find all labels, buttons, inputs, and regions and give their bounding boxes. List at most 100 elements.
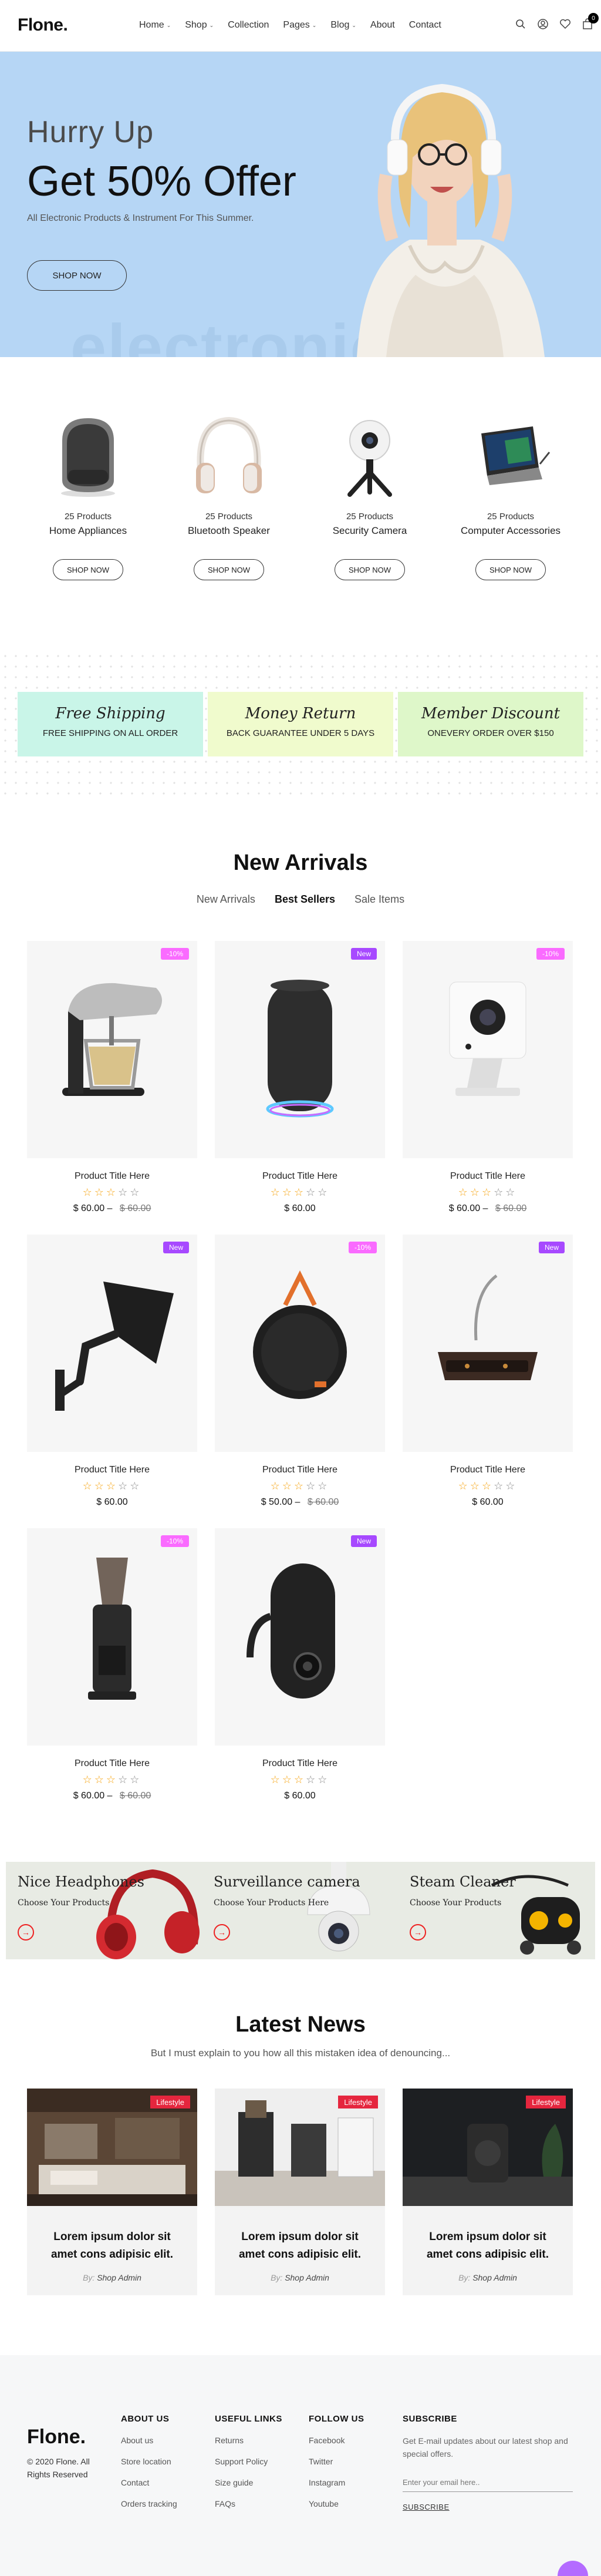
- product-title[interactable]: Product Title Here: [215, 1171, 385, 1182]
- product-image-box[interactable]: -10%: [27, 941, 197, 1158]
- category-shop-now-button[interactable]: SHOP NOW: [194, 559, 264, 580]
- product-card[interactable]: -10% Product Title Here ☆☆☆☆☆ $ 60.00 – …: [27, 941, 197, 1214]
- footer-link[interactable]: Instagram: [309, 2478, 364, 2487]
- footer-link[interactable]: Returns: [215, 2436, 282, 2445]
- nav-item-collection[interactable]: Collection: [228, 20, 269, 31]
- product-title[interactable]: Product Title Here: [27, 1171, 197, 1182]
- nav-item-home[interactable]: Home ⌄: [139, 20, 171, 31]
- product-card[interactable]: New Product Title Here ☆☆☆☆☆ $ 60.00: [215, 1528, 385, 1801]
- search-icon[interactable]: [514, 18, 527, 31]
- new-badge: New: [163, 1242, 189, 1253]
- news-image[interactable]: Lifestyle: [27, 2089, 197, 2206]
- product-image-box[interactable]: -10%: [27, 1528, 197, 1746]
- footer-heading: USEFUL LINKS: [215, 2414, 282, 2424]
- news-category-tag[interactable]: Lifestyle: [150, 2096, 190, 2108]
- heart-icon[interactable]: [559, 18, 572, 31]
- footer-heading: ABOUT US: [121, 2414, 170, 2424]
- product-image-box[interactable]: -10%: [215, 1235, 385, 1452]
- email-field[interactable]: Enter your email here..: [403, 2478, 573, 2492]
- footer-link[interactable]: Contact: [121, 2478, 177, 2487]
- subscribe-button[interactable]: SUBSCRIBE: [403, 2503, 573, 2511]
- footer-link[interactable]: Store location: [121, 2457, 177, 2466]
- footer-link[interactable]: Youtube: [309, 2499, 364, 2508]
- feature-card: Free Shipping FREE SHIPPING ON ALL ORDER: [18, 692, 203, 756]
- nav-item-blog[interactable]: Blog ⌄: [330, 20, 356, 31]
- arrow-right-icon[interactable]: →: [214, 1924, 230, 1941]
- nav-item-about[interactable]: About: [370, 20, 395, 31]
- nav-item-contact[interactable]: Contact: [409, 20, 441, 31]
- footer-link[interactable]: FAQs: [215, 2499, 282, 2508]
- laptop-image: [481, 426, 551, 485]
- news-title[interactable]: Lorem ipsum dolor sit amet cons adipisic…: [403, 2228, 573, 2264]
- tab-new-arrivals[interactable]: New Arrivals: [197, 893, 255, 905]
- tab-best-sellers[interactable]: Best Sellers: [275, 893, 335, 905]
- rating-stars: ☆☆☆☆☆: [458, 1186, 518, 1198]
- category-name[interactable]: Computer Accessories: [452, 525, 569, 537]
- news-title[interactable]: Lorem ipsum dolor sit amet cons adipisic…: [215, 2228, 385, 2264]
- product-image-box[interactable]: New: [27, 1235, 197, 1452]
- coffee-grinder-image: [88, 1558, 136, 1700]
- product-title[interactable]: Product Title Here: [27, 1465, 197, 1475]
- product-price: $ 60.00: [284, 1203, 316, 1213]
- product-card[interactable]: -10% Product Title Here ☆☆☆☆☆ $ 60.00 – …: [27, 1528, 197, 1801]
- product-title[interactable]: Product Title Here: [215, 1465, 385, 1475]
- footer-logo[interactable]: Flone.: [27, 2426, 86, 2449]
- news-card[interactable]: Lifestyle Lorem ipsum dolor sit amet con…: [215, 2089, 385, 2295]
- product-price: $ 50.00 – $ 60.00: [261, 1497, 339, 1507]
- footer-link[interactable]: Support Policy: [215, 2457, 282, 2466]
- product-title[interactable]: Product Title Here: [403, 1171, 573, 1182]
- product-card[interactable]: New Product Title Here ☆☆☆☆☆ $ 60.00: [403, 1235, 573, 1508]
- product-image-box[interactable]: New: [215, 941, 385, 1158]
- site-logo[interactable]: Flone.: [18, 15, 68, 35]
- product-card[interactable]: -10% Product Title Here ☆☆☆☆☆ $ 60.00 – …: [403, 941, 573, 1214]
- category-name[interactable]: Home Appliances: [29, 525, 147, 537]
- tab-sale-items[interactable]: Sale Items: [354, 893, 404, 905]
- news-image[interactable]: Lifestyle: [215, 2089, 385, 2206]
- promo-banner[interactable]: Nice Headphones Choose Your Products →: [6, 1862, 203, 1959]
- product-card[interactable]: -10% Product Title Here ☆☆☆☆☆ $ 50.00 – …: [215, 1235, 385, 1508]
- monitor-arm-image: [55, 1282, 174, 1411]
- product-title[interactable]: Product Title Here: [403, 1465, 573, 1475]
- footer-link[interactable]: Size guide: [215, 2478, 282, 2487]
- product-image-box[interactable]: New: [403, 1235, 573, 1452]
- footer-link[interactable]: Twitter: [309, 2457, 364, 2466]
- product-title[interactable]: Product Title Here: [215, 1758, 385, 1769]
- news-image[interactable]: Lifestyle: [403, 2089, 573, 2206]
- user-icon[interactable]: [536, 18, 549, 31]
- news-category-tag[interactable]: Lifestyle: [526, 2096, 566, 2108]
- news-card[interactable]: Lifestyle Lorem ipsum dolor sit amet con…: [403, 2089, 573, 2295]
- nav-item-pages[interactable]: Pages ⌄: [283, 20, 316, 31]
- news-category-tag[interactable]: Lifestyle: [338, 2096, 378, 2108]
- footer-heading: FOLLOW US: [309, 2414, 364, 2424]
- hero-shop-now-button[interactable]: SHOP NOW: [27, 260, 127, 291]
- site-header: Flone. Home ⌄ Shop ⌄ Collection Pages ⌄ Blo…: [0, 0, 601, 52]
- product-image-box[interactable]: New: [215, 1528, 385, 1746]
- footer-subscribe-column: SUBSCRIBE Get E-mail updates about our l…: [403, 2414, 573, 2511]
- category-name[interactable]: Security Camera: [311, 525, 428, 537]
- category-shop-now-button[interactable]: SHOP NOW: [53, 559, 123, 580]
- product-card[interactable]: New Product Title Here ☆☆☆☆☆ $ 60.00: [215, 941, 385, 1214]
- category-count: 25 Products: [64, 512, 112, 522]
- product-card[interactable]: New Product Title Here ☆☆☆☆☆ $ 60.00: [27, 1235, 197, 1508]
- category-shop-now-button[interactable]: SHOP NOW: [475, 559, 546, 580]
- cart-icon[interactable]: 0: [581, 13, 599, 31]
- promo-banner[interactable]: Steam Cleaner Choose Your Products →: [398, 1862, 595, 1959]
- news-title[interactable]: Lorem ipsum dolor sit amet cons adipisic…: [27, 2228, 197, 2264]
- category-shop-now-button[interactable]: SHOP NOW: [335, 559, 405, 580]
- footer-link[interactable]: About us: [121, 2436, 177, 2445]
- feature-title: Member Discount: [421, 705, 561, 722]
- footer-link[interactable]: Facebook: [309, 2436, 364, 2445]
- news-card[interactable]: Lifestyle Lorem ipsum dolor sit amet con…: [27, 2089, 197, 2295]
- feature-title: Free Shipping: [55, 705, 166, 722]
- nav-item-shop[interactable]: Shop ⌄: [185, 20, 214, 31]
- banner-title: Nice Headphones: [18, 1874, 144, 1890]
- footer-link[interactable]: Orders tracking: [121, 2499, 177, 2508]
- category-name[interactable]: Bluetooth Speaker: [170, 525, 288, 537]
- arrow-right-icon[interactable]: →: [410, 1924, 426, 1941]
- product-title[interactable]: Product Title Here: [27, 1758, 197, 1769]
- promo-banner[interactable]: Surveillance camera Choose Your Products…: [202, 1862, 399, 1959]
- home-appliance-speaker-image: [61, 418, 115, 497]
- rating-stars: ☆☆☆☆☆: [270, 1480, 330, 1492]
- arrow-right-icon[interactable]: →: [18, 1924, 34, 1941]
- product-image-box[interactable]: -10%: [403, 941, 573, 1158]
